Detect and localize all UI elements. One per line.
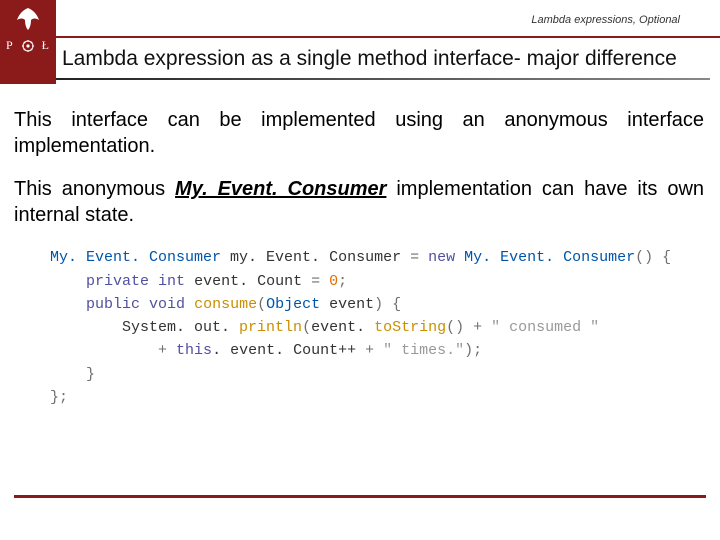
code-token: + — [464, 319, 491, 336]
code-token: consume — [194, 296, 257, 313]
code-token: toString — [374, 319, 446, 336]
code-token: }; — [50, 389, 68, 406]
para2-emphasis: My. Event. Consumer — [175, 178, 386, 200]
slide: Lambda expressions, Optional P — [0, 0, 720, 540]
code-token: println — [239, 319, 302, 336]
code-token: event — [329, 296, 374, 313]
code-token: new — [428, 249, 455, 266]
header-divider — [0, 36, 720, 38]
footer-divider — [14, 495, 706, 498]
code-token: this — [176, 342, 212, 359]
code-token: System. out. — [122, 319, 239, 336]
code-token: My. Event. Consumer — [464, 249, 635, 266]
code-token: " times." — [383, 342, 464, 359]
code-token: () { — [635, 249, 671, 266]
code-token: void — [149, 296, 185, 313]
code-token: + — [158, 342, 176, 359]
code-token: . event. Count++ — [212, 342, 365, 359]
code-token: () — [446, 319, 464, 336]
breadcrumb: Lambda expressions, Optional — [531, 14, 680, 26]
logo-letter-left: P — [6, 38, 14, 53]
para2-pre: This anonymous — [14, 178, 175, 200]
code-token: ; — [338, 273, 347, 290]
code-token: = — [401, 249, 428, 266]
university-logo: P Ł — [0, 0, 56, 84]
code-token: my. Event. Consumer — [230, 249, 401, 266]
slide-title: Lambda expression as a single method int… — [62, 46, 710, 71]
code-token: ); — [464, 342, 482, 359]
code-token: event. Count — [194, 273, 302, 290]
title-underline — [56, 78, 710, 80]
code-token: + — [365, 342, 383, 359]
slide-header: Lambda expressions, Optional P — [0, 0, 720, 84]
code-token: " consumed " — [491, 319, 599, 336]
code-token: ( — [257, 296, 266, 313]
code-token: My. Event. Consumer — [50, 249, 221, 266]
code-token: ) { — [374, 296, 401, 313]
slide-body: This interface can be implemented using … — [0, 84, 720, 409]
logo-letter-right: Ł — [42, 38, 50, 53]
code-token: event. — [311, 319, 374, 336]
paragraph-1: This interface can be implemented using … — [14, 108, 704, 159]
code-token: } — [86, 366, 95, 383]
code-block: My. Event. Consumer my. Event. Consumer … — [50, 246, 694, 409]
eagle-icon — [13, 6, 43, 32]
logo-letters: P Ł — [6, 38, 50, 53]
code-token: public — [86, 296, 140, 313]
code-token: = — [302, 273, 329, 290]
code-token: 0 — [329, 273, 338, 290]
code-token: Object — [266, 296, 320, 313]
code-token: int — [158, 273, 185, 290]
code-token: ( — [302, 319, 311, 336]
paragraph-2: This anonymous My. Event. Consumer imple… — [14, 177, 704, 228]
gear-icon — [22, 40, 34, 52]
code-token: private — [86, 273, 149, 290]
